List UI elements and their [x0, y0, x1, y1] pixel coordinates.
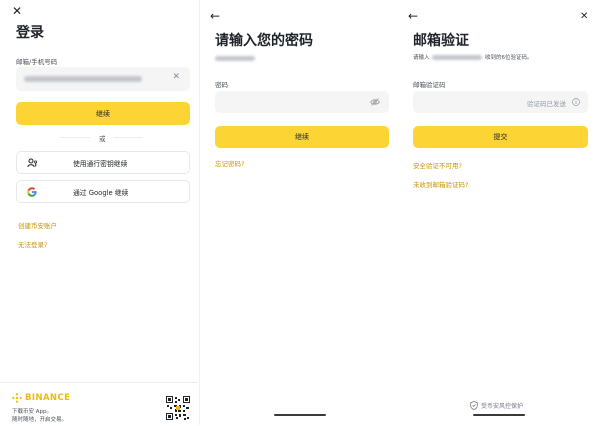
- back-arrow-icon[interactable]: ←: [408, 10, 418, 22]
- home-indicator: [274, 414, 326, 416]
- password-label: 密码: [215, 81, 228, 89]
- code-sent-status: 验证码已发送: [527, 100, 566, 108]
- divider-left: [60, 137, 90, 138]
- verification-code-input[interactable]: 验证码已发送: [413, 91, 588, 113]
- risk-protection-badge: 受币安风控保护: [470, 401, 523, 410]
- qr-code: [166, 396, 190, 420]
- download-line-1: 下载币安 App。: [12, 409, 52, 415]
- cant-login-link[interactable]: 无法登录?: [18, 239, 47, 249]
- google-icon: [27, 187, 37, 197]
- page-title: 邮箱验证: [413, 33, 469, 49]
- verify-description: 请输入 收到的6位验证码。: [413, 53, 533, 61]
- divider-right: [113, 137, 143, 138]
- binance-logo-icon: [12, 393, 22, 403]
- home-indicator: [473, 414, 525, 416]
- passkey-icon: [27, 158, 38, 168]
- create-account-link[interactable]: 创建币安账户: [18, 220, 57, 230]
- risk-protection-label: 受币安风控保护: [481, 403, 524, 410]
- description-prefix: 请输入: [413, 55, 430, 61]
- account-input[interactable]: ✕: [16, 67, 190, 91]
- close-icon[interactable]: ✕: [12, 5, 22, 17]
- download-line-2: 随时随地，开启交易。: [12, 417, 68, 423]
- password-panel: ← 请输入您的密码 密码 继续 忘记密码?: [201, 0, 399, 425]
- binance-wordmark: BINANCE: [25, 393, 71, 403]
- email-redacted: [432, 55, 483, 60]
- google-label: 通过 Google 继续: [73, 188, 129, 197]
- app-download-footer: BINANCE 下载币安 App。 随时随地，开启交易。: [0, 382, 198, 426]
- google-button[interactable]: 通过 Google 继续: [16, 180, 190, 203]
- password-input[interactable]: [215, 91, 389, 113]
- page-title: 请输入您的密码: [215, 33, 313, 49]
- submit-button[interactable]: 提交: [413, 126, 588, 148]
- or-separator: 或: [99, 135, 106, 143]
- passkey-label: 使用通行密钥继续: [73, 159, 128, 168]
- description-suffix: 收到的6位验证码。: [485, 55, 533, 61]
- continue-button[interactable]: 继续: [215, 126, 389, 148]
- info-icon[interactable]: [572, 98, 580, 106]
- account-value-redacted: [24, 76, 142, 82]
- eye-hidden-icon[interactable]: [370, 98, 380, 106]
- account-label: 邮箱/手机号码: [16, 58, 58, 66]
- security-unavailable-link[interactable]: 安全验证不可用?: [413, 160, 462, 170]
- back-arrow-icon[interactable]: ←: [210, 10, 220, 22]
- forgot-password-link[interactable]: 忘记密码?: [215, 158, 244, 168]
- no-email-code-link[interactable]: 未收到邮箱验证码?: [413, 179, 468, 189]
- email-verify-panel: ← ✕ 邮箱验证 请输入 收到的6位验证码。 邮箱验证码 验证码已发送 提交 安…: [400, 0, 598, 425]
- page-title: 登录: [16, 25, 44, 41]
- passkey-button[interactable]: 使用通行密钥继续: [16, 151, 190, 174]
- account-email-redacted: [215, 56, 255, 61]
- close-icon[interactable]: ✕: [580, 11, 588, 23]
- shield-icon: [470, 401, 478, 410]
- panel-divider: [199, 0, 200, 425]
- code-label: 邮箱验证码: [413, 81, 446, 89]
- clear-icon[interactable]: ✕: [172, 72, 180, 82]
- login-panel: ✕ 登录 邮箱/手机号码 ✕ 继续 或 使用通行密钥继续 通过 Google 继…: [0, 0, 198, 426]
- continue-button[interactable]: 继续: [16, 102, 190, 125]
